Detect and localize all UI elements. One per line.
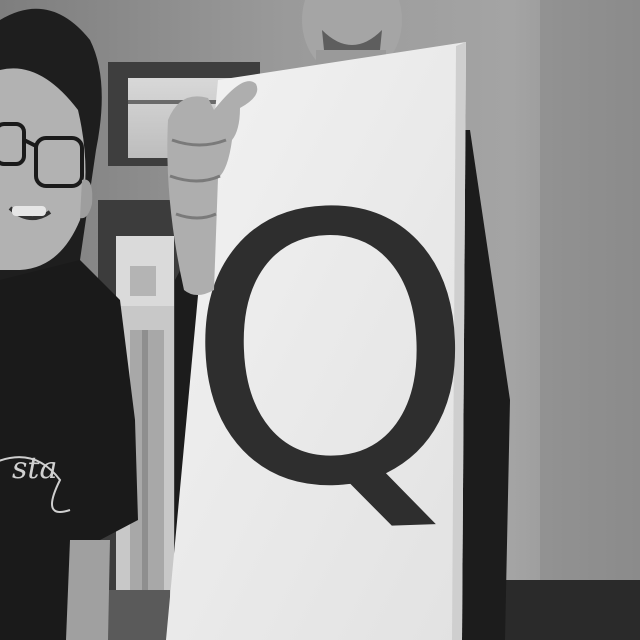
photo-scene: sta Q xyxy=(0,0,640,640)
shirt-print-text: sta xyxy=(12,451,57,486)
floor-object-right xyxy=(500,580,640,640)
floor-object xyxy=(100,590,170,640)
wall-right-shadow xyxy=(540,0,640,640)
photo-canvas: sta Q xyxy=(0,0,640,640)
sign-letter: Q xyxy=(177,133,483,573)
